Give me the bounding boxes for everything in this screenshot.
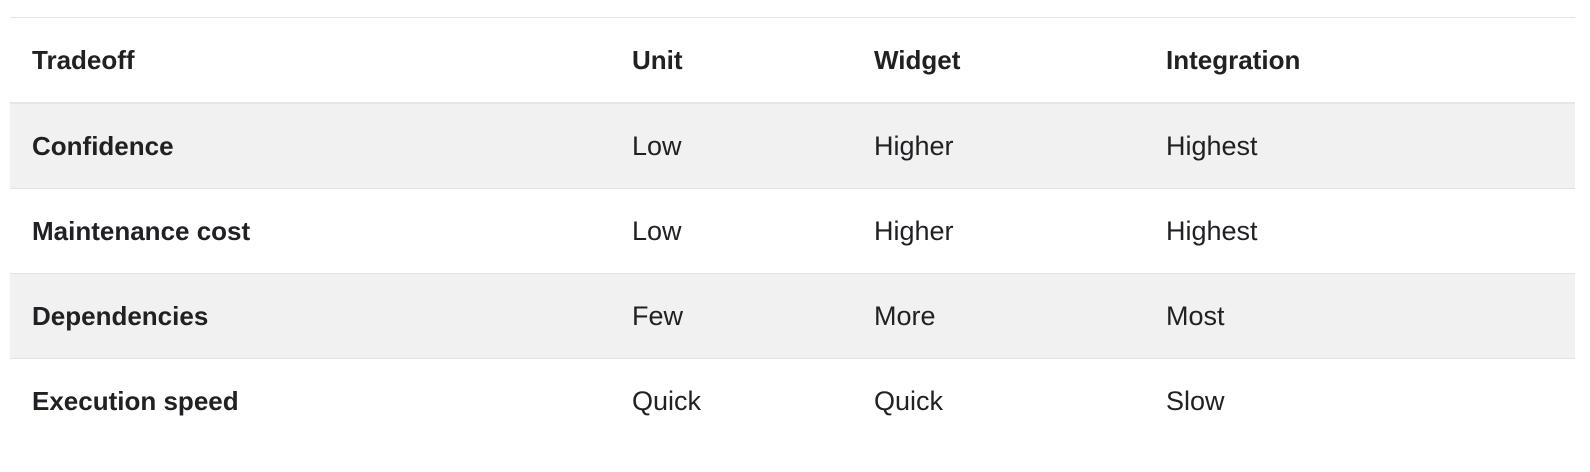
table-body: Confidence Low Higher Highest Maintenanc…: [10, 103, 1575, 443]
row-label: Execution speed: [32, 385, 239, 416]
comparison-table-container: Tradeoff Unit Widget Integration Confide…: [10, 17, 1575, 443]
table-header: Tradeoff Unit Widget Integration: [10, 17, 1575, 103]
table-cell: Most: [1166, 300, 1225, 331]
header-unit: Unit: [632, 44, 683, 75]
row-label: Dependencies: [32, 300, 209, 331]
header-row: Tradeoff Unit Widget Integration: [10, 17, 1575, 103]
table-cell: Higher: [874, 130, 954, 161]
table-cell: Highest: [1166, 130, 1258, 161]
table-row: Maintenance cost Low Higher Highest: [10, 189, 1575, 274]
table-cell: Few: [632, 300, 684, 331]
table-row: Execution speed Quick Quick Slow: [10, 359, 1575, 444]
table-cell: Quick: [874, 385, 944, 416]
table-cell: More: [874, 300, 936, 331]
tradeoff-comparison-table: Tradeoff Unit Widget Integration Confide…: [10, 17, 1575, 443]
table-cell: Highest: [1166, 215, 1258, 246]
table-cell: Low: [632, 130, 682, 161]
row-label: Confidence: [32, 130, 174, 161]
table-cell: Quick: [632, 385, 702, 416]
table-cell: Higher: [874, 215, 954, 246]
table-cell: Slow: [1166, 385, 1225, 416]
header-integration: Integration: [1166, 44, 1301, 75]
header-widget: Widget: [874, 44, 961, 75]
table-row: Dependencies Few More Most: [10, 273, 1575, 359]
table-row: Confidence Low Higher Highest: [10, 103, 1575, 189]
row-label: Maintenance cost: [32, 215, 251, 246]
table-cell: Low: [632, 215, 682, 246]
header-tradeoff: Tradeoff: [32, 44, 135, 75]
